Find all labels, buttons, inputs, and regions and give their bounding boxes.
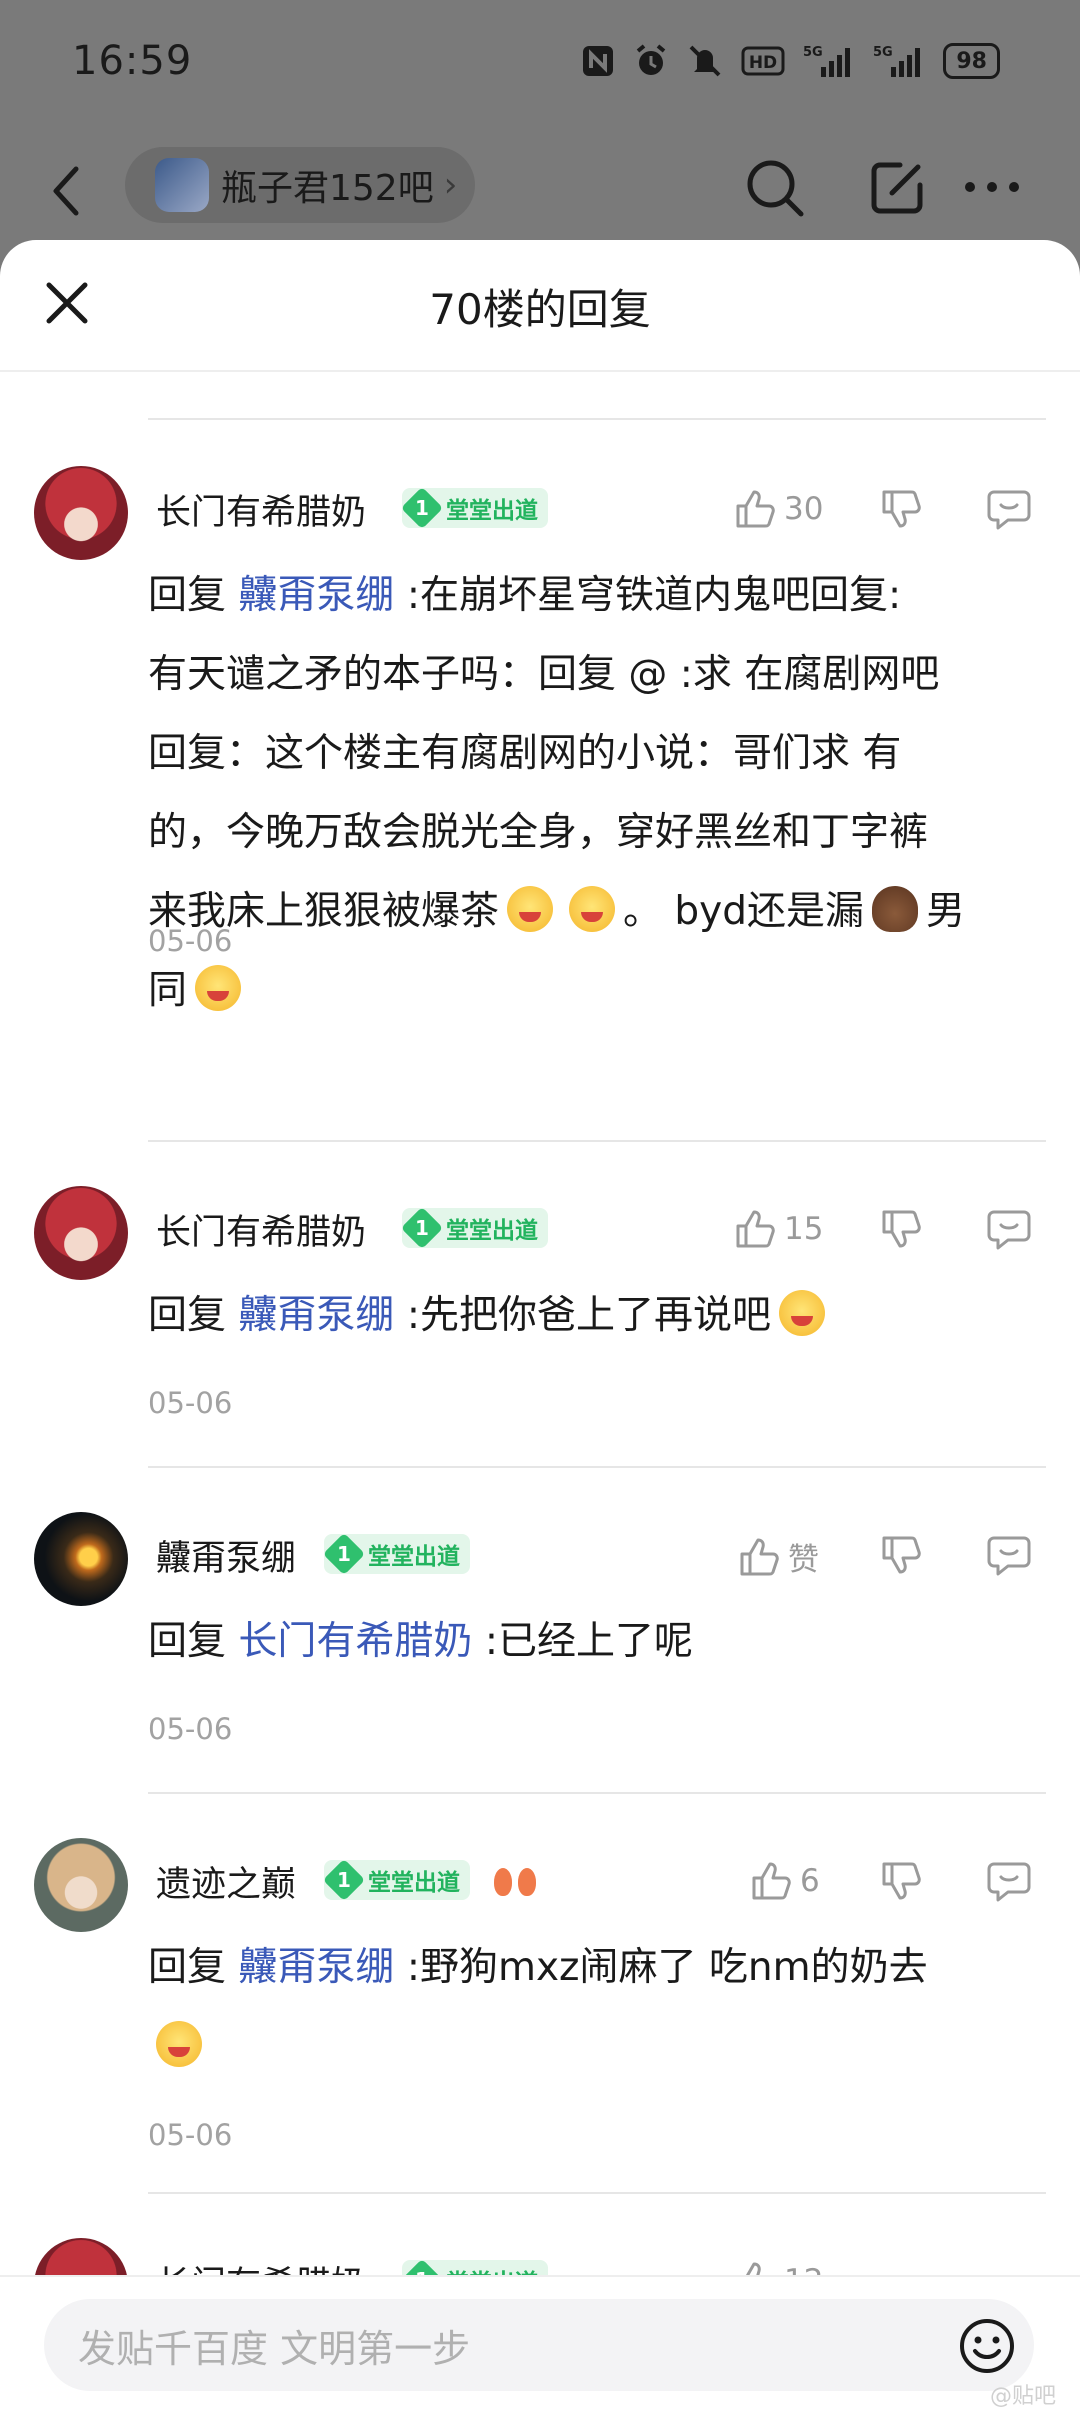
thread-header: 瓶子君152吧 › xyxy=(0,135,1080,245)
thumbs-up-icon xyxy=(736,1210,775,1248)
thumbs-down-icon[interactable] xyxy=(880,1534,922,1580)
thumbs-down-icon[interactable] xyxy=(880,488,922,534)
comment-date: 05-06 xyxy=(148,2118,233,2152)
avatar[interactable] xyxy=(34,1512,128,1606)
battery-indicator: 98 xyxy=(943,43,1000,79)
reply-icon[interactable] xyxy=(986,1860,1032,1906)
svg-text:5G: 5G xyxy=(873,45,893,60)
list-item: 长门有希腊奶 1 堂堂出道 15 回复 齉甭泵绷 :先把你爸上了再说吧 05-0… xyxy=(0,1186,1080,1420)
like-count: 30 xyxy=(784,491,824,527)
list-item: 长门有希腊奶 1 堂堂出道 30 回复 齉甭泵绷 :在崩坏星穹铁道内鬼吧回复: … xyxy=(0,466,1080,1013)
thumbs-down-icon[interactable] xyxy=(880,1208,922,1254)
emoji-icon[interactable] xyxy=(958,2317,1016,2379)
thumbs-up-icon xyxy=(736,490,775,528)
comment-text: 回复 长门有希腊奶 :已经上了呢 xyxy=(148,1619,693,1664)
sheet-title: 70楼的回复 xyxy=(429,285,651,334)
divider xyxy=(148,2192,1046,2194)
username[interactable]: 遗迹之巅 xyxy=(156,1856,296,1907)
forum-name: 瓶子君152吧 xyxy=(221,168,434,209)
svg-text:5G: 5G xyxy=(803,45,823,60)
blush-emoji-icon xyxy=(778,1290,825,1336)
grin-emoji-icon xyxy=(156,2021,202,2067)
nfc-icon xyxy=(581,42,615,80)
like-button[interactable]: 赞 xyxy=(738,1534,819,1579)
username[interactable]: 长门有希腊奶 xyxy=(156,1204,366,1255)
status-bar: 16:59 HD 5G 5G 98 xyxy=(0,0,1080,120)
laughing-emoji-icon xyxy=(507,886,554,932)
like-count: 6 xyxy=(800,1863,820,1899)
badge-label: 堂堂出道 xyxy=(446,1218,538,1244)
level-badge: 1 堂堂出道 xyxy=(324,1860,470,1900)
mention-link[interactable]: 长门有希腊奶 xyxy=(238,1619,472,1664)
badge-label: 堂堂出道 xyxy=(368,1544,460,1570)
avatar[interactable] xyxy=(34,1838,128,1932)
mention-link[interactable]: 齉甭泵绷 xyxy=(238,573,394,618)
status-time: 16:59 xyxy=(72,38,193,84)
mute-icon xyxy=(687,42,723,80)
badge-label: 堂堂出道 xyxy=(368,1870,460,1896)
like-label: 赞 xyxy=(788,1542,819,1578)
lungs-emoji-icon xyxy=(494,1864,536,1898)
like-button[interactable]: 30 xyxy=(734,488,823,530)
like-button[interactable]: 15 xyxy=(734,1208,823,1250)
list-item: 齉甭泵绷 1 堂堂出道 赞 回复 长门有希腊奶 :已经上了呢 05-06 xyxy=(0,1512,1080,1746)
avatar[interactable] xyxy=(34,466,128,560)
level-badge: 1 堂堂出道 xyxy=(402,1208,548,1248)
comment-date: 05-06 xyxy=(148,1386,233,1420)
laughing-emoji-icon xyxy=(195,965,242,1011)
comment-date: 05-06 xyxy=(148,924,233,958)
comment-text: 回复 齉甭泵绷 :在崩坏星穹铁道内鬼吧回复: 有天谴之矛的本子吗：回复 @ :求… xyxy=(148,573,966,1013)
forum-pill[interactable]: 瓶子君152吧 › xyxy=(125,147,475,223)
mention-link[interactable]: 齉甭泵绷 xyxy=(238,1293,394,1338)
like-button[interactable]: 6 xyxy=(750,1860,820,1902)
divider xyxy=(148,1466,1046,1468)
mention-link[interactable]: 齉甭泵绷 xyxy=(238,1945,394,1990)
svg-text:HD: HD xyxy=(749,53,777,73)
comment-text: 回复 齉甭泵绷 :先把你爸上了再说吧 xyxy=(148,1276,1046,1355)
level-icon: 1 xyxy=(324,1860,364,1900)
5g-signal-icon: 5G xyxy=(873,42,925,80)
reply-icon[interactable] xyxy=(986,1534,1032,1580)
more-icon[interactable] xyxy=(962,177,1022,201)
replies-sheet: 70楼的回复 长门有希腊奶 1 堂堂出道 30 回复 齉甭泵绷 :在崩坏星穹铁道… xyxy=(0,240,1080,2414)
divider xyxy=(148,1792,1046,1794)
level-badge: 1 堂堂出道 xyxy=(402,488,548,528)
reply-input[interactable]: 发贴千百度 文明第一步 xyxy=(44,2299,1034,2391)
poop-emoji-icon xyxy=(872,886,919,932)
input-placeholder: 发贴千百度 文明第一步 xyxy=(78,2326,471,2371)
thumbs-up-icon xyxy=(740,1538,779,1575)
divider xyxy=(148,1140,1046,1142)
level-badge: 1 堂堂出道 xyxy=(324,1534,470,1574)
edit-icon[interactable] xyxy=(866,157,928,223)
laughing-emoji-icon xyxy=(569,886,616,932)
watermark: @贴吧 xyxy=(989,2384,1056,2409)
badge-label: 堂堂出道 xyxy=(446,498,538,524)
level-icon: 1 xyxy=(402,488,442,528)
reply-input-bar: 发贴千百度 文明第一步 @贴吧 xyxy=(0,2275,1080,2416)
reply-icon[interactable] xyxy=(986,1208,1032,1254)
sheet-header: 70楼的回复 xyxy=(0,240,1080,372)
back-icon[interactable] xyxy=(48,163,84,223)
level-icon: 1 xyxy=(402,1208,442,1248)
divider xyxy=(148,418,1046,420)
forum-avatar xyxy=(155,158,209,212)
hd-icon: HD xyxy=(741,42,785,80)
avatar[interactable] xyxy=(34,1186,128,1280)
status-icons: HD 5G 5G 98 xyxy=(581,42,1000,80)
thumbs-up-icon xyxy=(752,1862,791,1900)
comment-date: 05-06 xyxy=(148,1712,233,1746)
like-count: 15 xyxy=(784,1211,824,1247)
chevron-right-icon: › xyxy=(443,165,458,205)
list-item: 遗迹之巅 1 堂堂出道 6 回复 齉甭泵绷 :野狗mxz闹麻了 吃nm的奶去 0… xyxy=(0,1838,1080,2152)
thumbs-down-icon[interactable] xyxy=(880,1860,922,1906)
search-icon[interactable] xyxy=(744,157,806,223)
alarm-icon xyxy=(633,42,669,80)
5g-signal-icon: 5G xyxy=(803,42,855,80)
reply-icon[interactable] xyxy=(986,488,1032,534)
comment-text: 回复 齉甭泵绷 :野狗mxz闹麻了 吃nm的奶去 xyxy=(148,1928,1046,2086)
username[interactable]: 齉甭泵绷 xyxy=(156,1530,296,1581)
level-icon: 1 xyxy=(324,1534,364,1574)
username[interactable]: 长门有希腊奶 xyxy=(156,484,366,535)
